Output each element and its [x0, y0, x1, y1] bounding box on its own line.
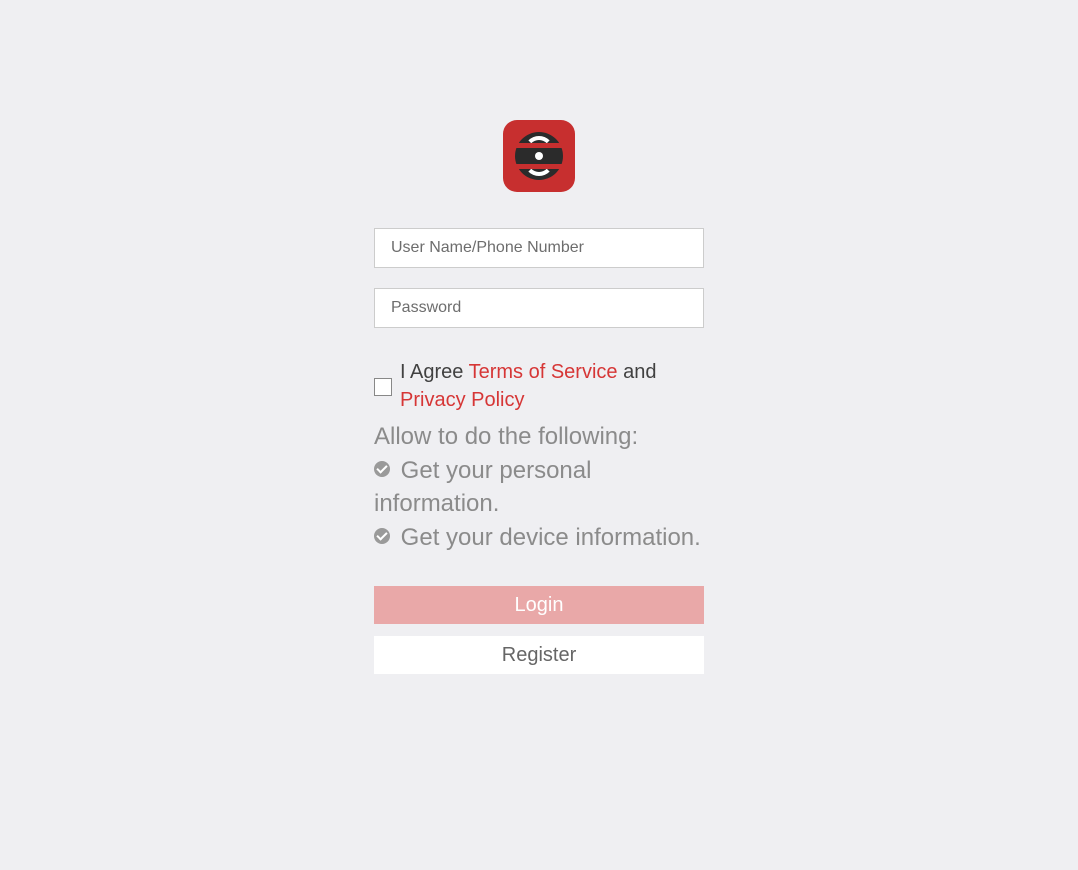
- agree-prefix: I Agree: [400, 361, 469, 383]
- login-container: I Agree Terms of Service and Privacy Pol…: [374, 0, 704, 674]
- agree-checkbox[interactable]: [374, 378, 392, 396]
- permissions-block: Allow to do the following: Get your pers…: [374, 420, 704, 554]
- privacy-policy-link[interactable]: Privacy Policy: [400, 389, 524, 411]
- permissions-heading: Allow to do the following:: [374, 420, 704, 454]
- login-button[interactable]: Login: [374, 586, 704, 624]
- permission-item: Get your device information.: [374, 521, 704, 555]
- agreement-text: I Agree Terms of Service and Privacy Pol…: [400, 358, 704, 414]
- permission-item-label: Get your device information.: [401, 524, 701, 551]
- agree-middle: and: [618, 361, 657, 383]
- permission-item: Get your personal information.: [374, 454, 704, 521]
- agreement-row: I Agree Terms of Service and Privacy Pol…: [374, 358, 704, 414]
- check-circle-icon: [374, 528, 390, 544]
- register-button[interactable]: Register: [374, 636, 704, 674]
- app-logo-icon: [503, 120, 575, 192]
- permission-item-label: Get your personal information.: [374, 457, 591, 518]
- check-circle-icon: [374, 461, 390, 477]
- logo-wrapper: [374, 120, 704, 192]
- username-input[interactable]: [374, 228, 704, 268]
- password-input[interactable]: [374, 288, 704, 328]
- terms-of-service-link[interactable]: Terms of Service: [469, 361, 618, 383]
